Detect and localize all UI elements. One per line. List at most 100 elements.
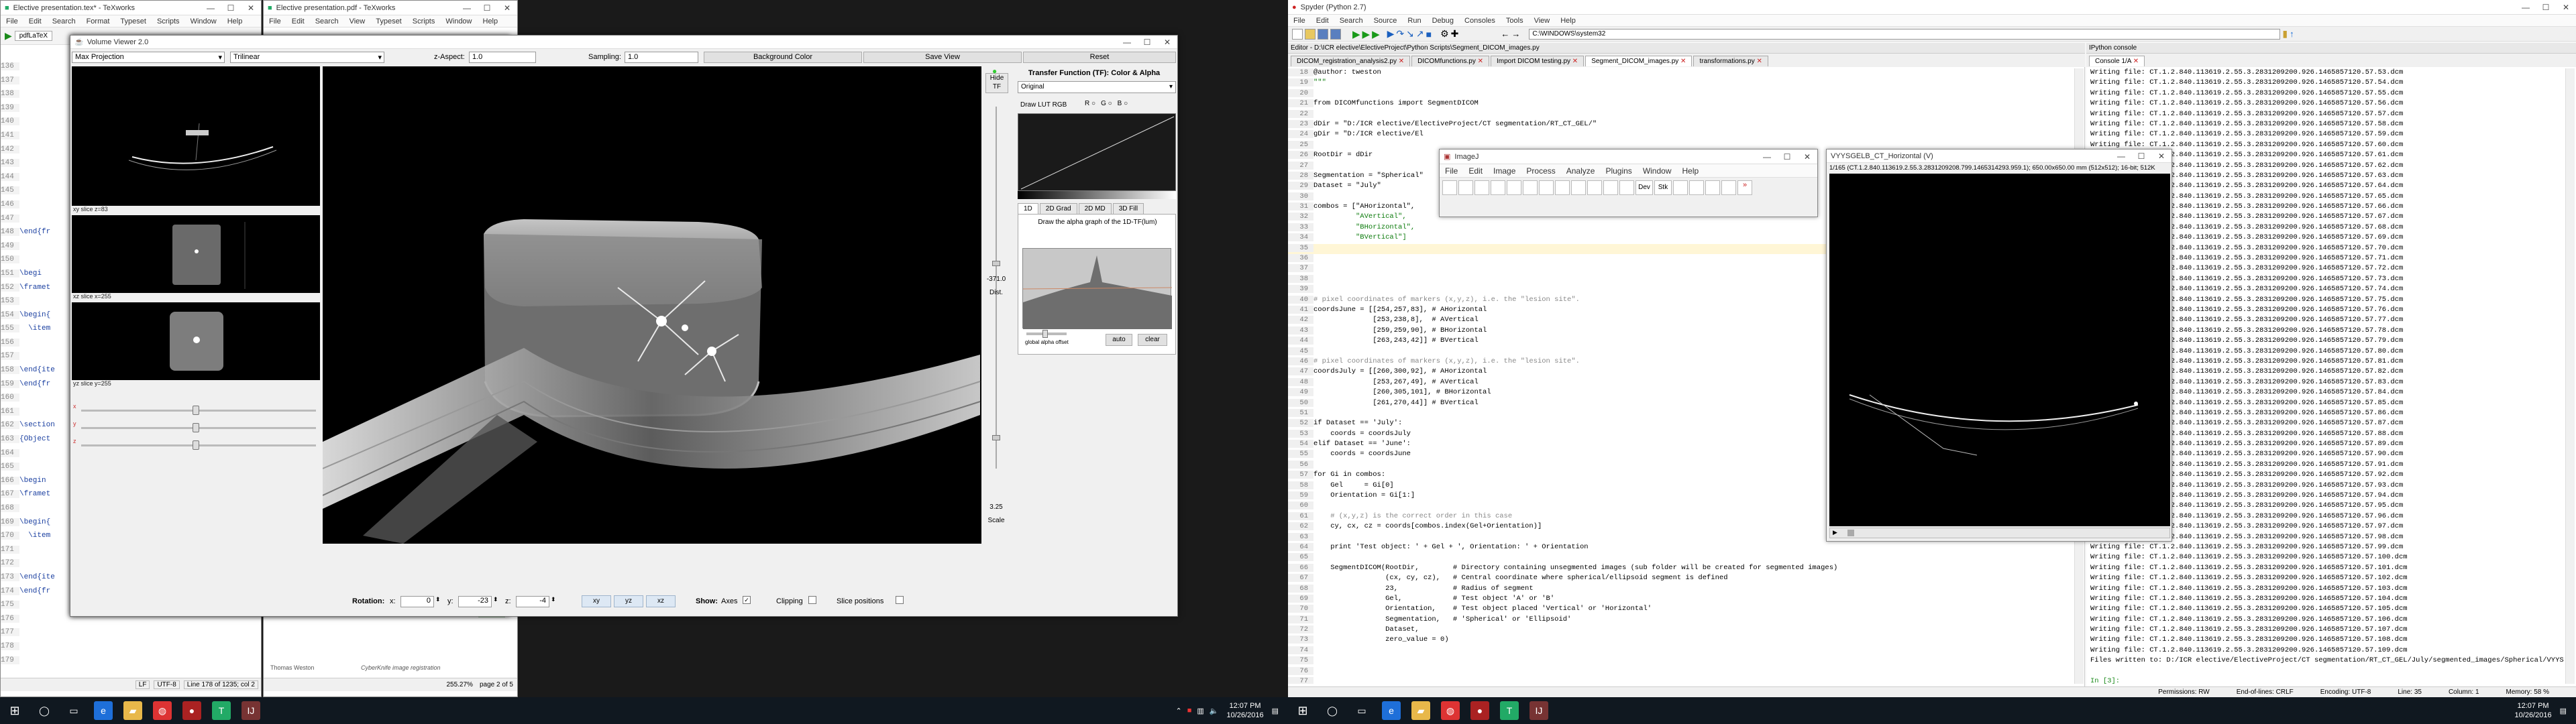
file-explorer-icon[interactable]: ▰ [1411, 701, 1430, 720]
menu-item[interactable]: Edit [286, 17, 310, 25]
menu-item[interactable]: File [1, 17, 23, 25]
windows-start-icon[interactable]: ⊞ [5, 701, 24, 720]
stack-scrollbar[interactable]: ▶ [1829, 528, 2170, 538]
spinner-icon[interactable]: ⬍ [493, 596, 498, 603]
step-into-icon[interactable]: ↘ [1406, 28, 1414, 40]
texworks-taskbar-icon[interactable]: T [212, 701, 231, 720]
run-file-icon[interactable]: ▶ [1362, 28, 1371, 40]
python-path-icon[interactable]: ✚ [1451, 28, 1459, 40]
slider-thumb[interactable] [193, 440, 199, 450]
stop-icon[interactable]: ■ [1426, 29, 1432, 40]
imagej-taskbar-icon[interactable]: IJ [241, 701, 260, 720]
clear-button[interactable]: clear [1138, 334, 1167, 346]
run-cell-icon[interactable]: ▶ [1372, 28, 1380, 40]
spyder-taskbar-icon[interactable]: ● [182, 701, 201, 720]
menu-item[interactable]: Tools [1501, 17, 1529, 25]
dropper-tool-icon[interactable] [1619, 180, 1634, 195]
flood-tool-icon[interactable] [1705, 180, 1720, 195]
menu-item[interactable]: Process [1521, 166, 1560, 176]
antivirus-icon[interactable]: ■ [1187, 707, 1192, 715]
dist-slider-thumb[interactable] [992, 261, 1000, 266]
slider-thumb[interactable] [193, 423, 199, 432]
network-icon[interactable]: ▥ [1197, 707, 1203, 715]
hide-tf-button[interactable]: Hide TF [985, 73, 1008, 93]
imagej-tool-button[interactable]: Dev [1635, 180, 1653, 195]
dist-slider[interactable] [996, 107, 997, 469]
spinner-icon[interactable]: ⬍ [551, 596, 556, 603]
slice-slider[interactable]: y [72, 419, 320, 436]
menu-item[interactable]: File [1440, 166, 1463, 176]
console-prompt[interactable]: In [3]: [2090, 677, 2564, 684]
zaspect-input[interactable]: 1.0 [469, 52, 536, 63]
editor-tab[interactable]: Import DICOM testing.py ✕ [1491, 56, 1585, 66]
slice-xz[interactable] [72, 215, 320, 293]
volume-render-view[interactable] [323, 66, 981, 544]
menu-item[interactable]: View [344, 17, 371, 25]
menu-item[interactable]: Debug [1427, 17, 1459, 25]
slice-slider[interactable]: z [72, 436, 320, 454]
task-view-icon[interactable]: ▭ [64, 701, 83, 720]
polygon-tool-icon[interactable] [1474, 180, 1489, 195]
slice-yz[interactable] [72, 302, 320, 380]
text-tool-icon[interactable] [1571, 180, 1586, 195]
point-tool-icon[interactable] [1539, 180, 1554, 195]
menu-item[interactable]: Search [310, 17, 344, 25]
brush-tool-icon[interactable] [1673, 180, 1688, 195]
auto-button[interactable]: auto [1106, 334, 1132, 346]
more-tools-icon[interactable]: » [1737, 180, 1752, 195]
close-icon[interactable]: ✕ [241, 3, 261, 13]
maximize-icon[interactable]: ☐ [1137, 38, 1157, 47]
typeset-play-icon[interactable]: ▶ [5, 30, 12, 42]
pencil-tool-icon[interactable] [1689, 180, 1704, 195]
save-all-icon[interactable] [1330, 28, 1341, 40]
slice-xy[interactable] [72, 66, 320, 206]
slider-thumb[interactable] [193, 406, 199, 415]
minimize-icon[interactable]: — [201, 3, 221, 13]
working-dir-input[interactable]: C:\WINDOWS\system32 [1529, 28, 2281, 40]
menu-item[interactable]: Help [222, 17, 248, 25]
settings-icon[interactable]: ⚙ [1440, 28, 1449, 40]
rect-tool-icon[interactable] [1442, 180, 1457, 195]
rot-x-input[interactable]: 0 [400, 596, 434, 607]
clipping-checkbox[interactable] [808, 596, 816, 604]
debug-icon[interactable]: ▶ [1387, 28, 1395, 40]
play-icon[interactable]: ▶ [1833, 529, 1837, 536]
menu-item[interactable]: Scripts [407, 17, 441, 25]
menu-item[interactable]: Analyze [1561, 166, 1601, 176]
close-icon[interactable]: ✕ [2151, 152, 2171, 161]
edge-icon[interactable]: e [94, 701, 113, 720]
step-return-icon[interactable]: ↗ [1416, 28, 1424, 40]
menu-item[interactable]: Source [1368, 17, 1403, 25]
menu-item[interactable]: Edit [1311, 17, 1334, 25]
spinner-icon[interactable]: ⬍ [435, 596, 441, 603]
minimize-icon[interactable]: — [457, 3, 477, 13]
menu-item[interactable]: Plugins [1600, 166, 1637, 176]
notification-icon[interactable]: ▤ [2560, 707, 2567, 715]
oval-tool-icon[interactable] [1458, 180, 1473, 195]
close-tab-icon[interactable]: ✕ [1570, 58, 1578, 65]
minimize-icon[interactable]: — [2516, 3, 2536, 12]
tf-option-select[interactable]: Original ▾ [1018, 81, 1176, 93]
edge-icon[interactable]: e [1382, 701, 1401, 720]
menu-item[interactable]: Typeset [370, 17, 407, 25]
rot-z-input[interactable]: -4 [516, 596, 549, 607]
close-tab-icon[interactable]: ✕ [1476, 58, 1483, 65]
tf-tab[interactable]: 1D [1018, 203, 1038, 214]
search-icon[interactable]: ◯ [1323, 701, 1342, 720]
forward-icon[interactable]: → [1511, 29, 1520, 39]
view-button[interactable]: yz [614, 595, 643, 607]
run-icon[interactable]: ▶ [1352, 28, 1360, 40]
close-icon[interactable]: ✕ [1157, 38, 1177, 47]
interpolation-select[interactable]: Trilinear ▾ [230, 52, 384, 63]
imagej-taskbar-icon[interactable]: IJ [1529, 701, 1548, 720]
menu-item[interactable]: File [264, 17, 286, 25]
tf-tab[interactable]: 3D Fill [1112, 203, 1144, 214]
angle-tool-icon[interactable] [1523, 180, 1538, 195]
sampling-input[interactable]: 1.0 [625, 52, 698, 63]
browse-folder-icon[interactable]: ▮ [2282, 28, 2288, 40]
alpha-graph[interactable] [1022, 248, 1173, 329]
save-view-button[interactable]: Save View [863, 52, 1022, 63]
typeset-tool-select[interactable]: pdfLaTeX [14, 31, 53, 41]
view-button[interactable]: xy [582, 595, 611, 607]
back-icon[interactable]: ← [1501, 29, 1509, 39]
